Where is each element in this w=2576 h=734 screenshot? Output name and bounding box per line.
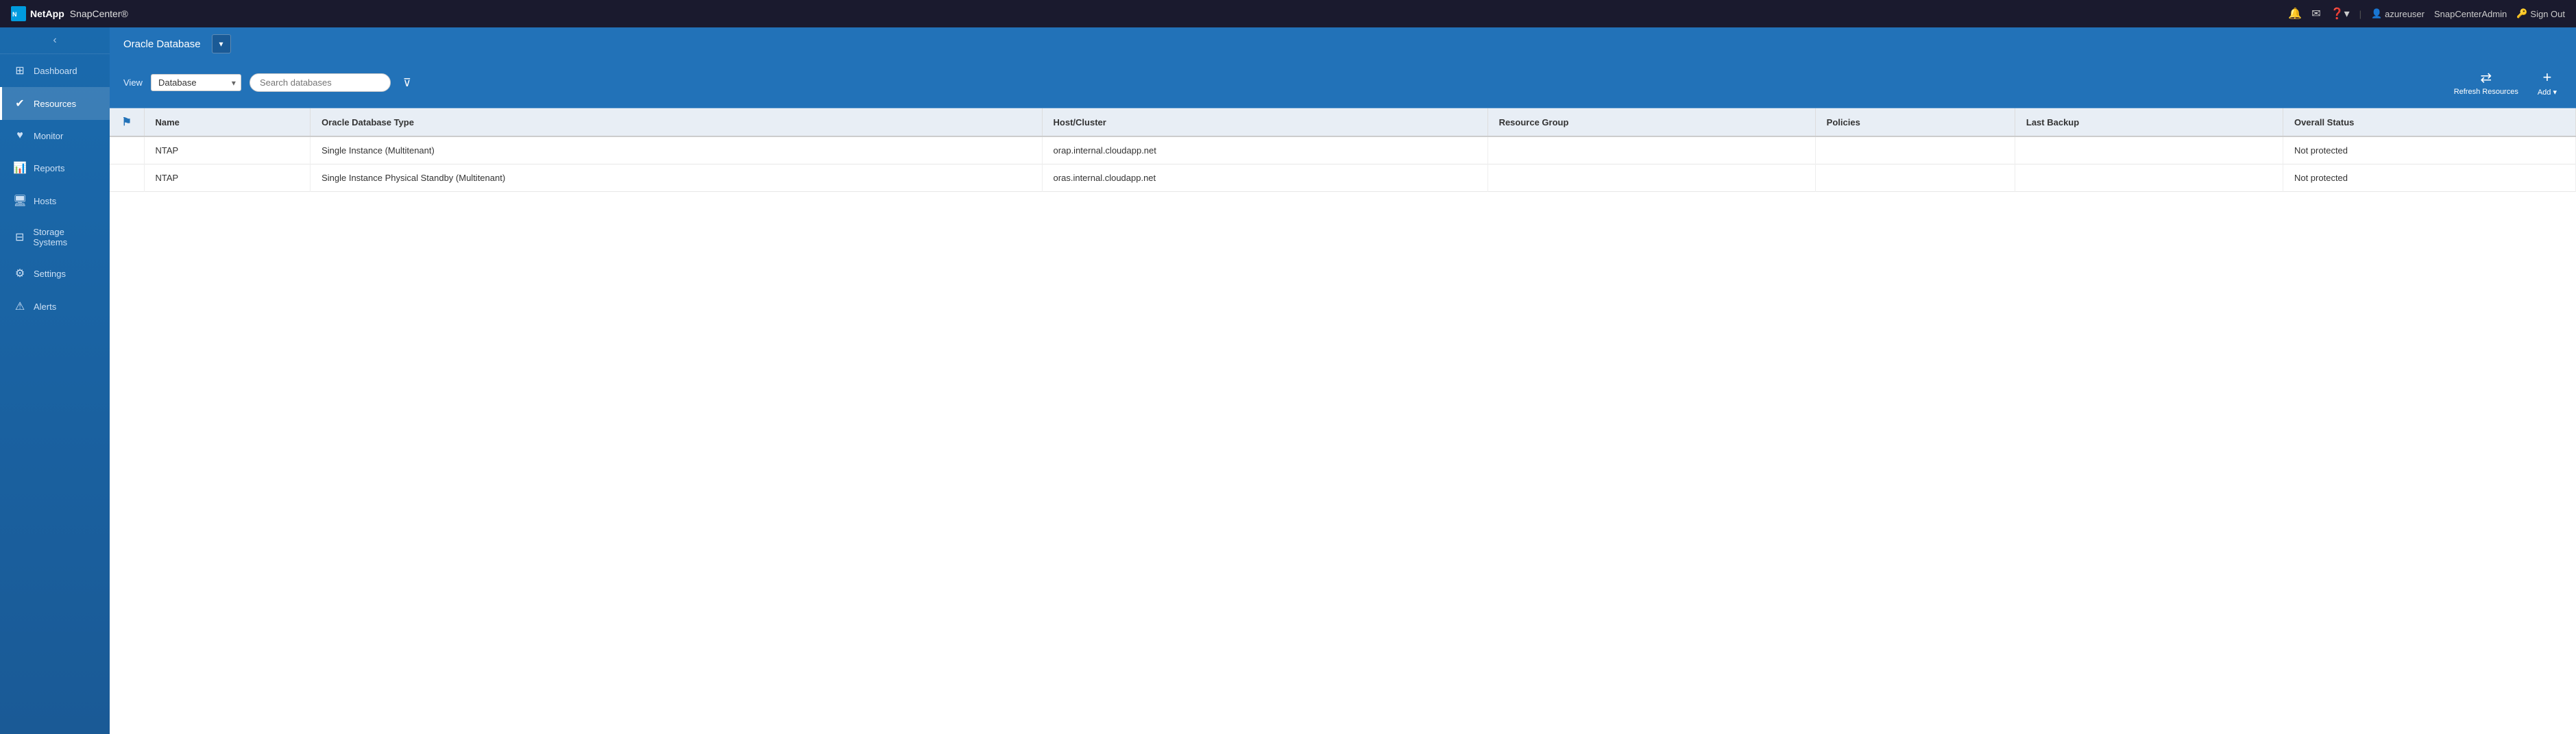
reports-icon: 📊 (13, 161, 27, 175)
col-flag: ⚑ (110, 108, 144, 136)
row-policies-cell (1815, 136, 2015, 164)
view-select-wrapper: Database Resource Group (151, 74, 241, 91)
sidebar-item-label: Alerts (34, 302, 56, 312)
netapp-brand: N NetApp (11, 6, 64, 21)
nav-divider: | (2359, 9, 2361, 19)
sidebar-item-dashboard[interactable]: ⊞ Dashboard (0, 54, 110, 87)
hosts-icon: 🖥 (13, 194, 27, 208)
sign-out-button[interactable]: 🔑 Sign Out (2516, 8, 2565, 19)
sidebar-item-monitor[interactable]: ♥ Monitor (0, 120, 110, 151)
svg-text:N: N (12, 11, 17, 18)
row-last-backup-cell (2015, 164, 2283, 192)
refresh-resources-button[interactable]: ⇄ Refresh Resources (2449, 66, 2524, 99)
sidebar-item-alerts[interactable]: ⚠ Alerts (0, 290, 110, 323)
user-icon: 👤 (2371, 8, 2382, 19)
sidebar-item-label: Dashboard (34, 66, 77, 76)
add-button[interactable]: + Add ▾ (2532, 66, 2562, 99)
sidebar-item-label: Hosts (34, 196, 56, 206)
table-row[interactable]: NTAP Single Instance (Multitenant) orap.… (110, 136, 2576, 164)
sidebar: ‹ ⊞ Dashboard ✔ Resources ♥ Monitor 📊 Re… (0, 27, 110, 734)
row-type-cell: Single Instance (Multitenant) (311, 136, 1042, 164)
row-name-cell: NTAP (144, 136, 311, 164)
search-input[interactable] (250, 73, 391, 92)
toolbar-row2: View Database Resource Group ⊽ ⇄ Refresh… (110, 60, 2576, 108)
notification-icon[interactable]: 🔔 (2288, 7, 2302, 21)
filter-icon: ⊽ (403, 77, 411, 89)
col-type: Oracle Database Type (311, 108, 1042, 136)
row-last-backup-cell (2015, 136, 2283, 164)
resources-table: ⚑ Name Oracle Database Type Host/Cluster… (110, 108, 2576, 192)
sidebar-item-hosts[interactable]: 🖥 Hosts (0, 184, 110, 217)
dashboard-icon: ⊞ (13, 64, 27, 77)
table-row[interactable]: NTAP Single Instance Physical Standby (M… (110, 164, 2576, 192)
col-name: Name (144, 108, 311, 136)
sidebar-item-resources[interactable]: ✔ Resources (0, 87, 110, 120)
row-policies-cell (1815, 164, 2015, 192)
add-icon: + (2542, 69, 2551, 86)
toolbar-row1: Oracle Database ▾ (110, 27, 2576, 60)
row-resource-group-cell (1487, 136, 1815, 164)
main-layout: ‹ ⊞ Dashboard ✔ Resources ♥ Monitor 📊 Re… (0, 27, 2576, 734)
sidebar-item-label: Storage Systems (33, 227, 99, 247)
add-label: Add ▾ (2538, 88, 2557, 97)
flag-header-icon: ⚑ (122, 117, 132, 128)
sidebar-item-label: Reports (34, 163, 65, 173)
top-navigation: N NetApp SnapCenter® 🔔 ✉ ❓▾ | 👤 azureuse… (0, 0, 2576, 27)
sidebar-item-reports[interactable]: 📊 Reports (0, 151, 110, 184)
nav-actions: 🔔 ✉ ❓▾ | 👤 azureuser SnapCenterAdmin 🔑 S… (2288, 7, 2565, 21)
resources-table-container: ⚑ Name Oracle Database Type Host/Cluster… (110, 108, 2576, 734)
col-last-backup: Last Backup (2015, 108, 2283, 136)
admin-name-label: SnapCenterAdmin (2434, 9, 2507, 19)
page-title: Oracle Database (123, 38, 201, 50)
help-icon[interactable]: ❓▾ (2331, 7, 2350, 21)
table-header: ⚑ Name Oracle Database Type Host/Cluster… (110, 108, 2576, 136)
row-resource-group-cell (1487, 164, 1815, 192)
view-select[interactable]: Database Resource Group (151, 74, 241, 91)
app-logo: N NetApp SnapCenter® (11, 6, 128, 21)
user-menu[interactable]: 👤 azureuser (2371, 8, 2425, 19)
row-host-cell: oras.internal.cloudapp.net (1042, 164, 1487, 192)
refresh-icon: ⇄ (2480, 69, 2492, 86)
resources-icon: ✔ (13, 97, 27, 110)
sidebar-item-label: Monitor (34, 131, 63, 141)
row-type-cell: Single Instance Physical Standby (Multit… (311, 164, 1042, 192)
alerts-icon: ⚠ (13, 299, 27, 313)
refresh-label: Refresh Resources (2454, 88, 2518, 96)
row-status-cell: Not protected (2283, 164, 2575, 192)
settings-icon: ⚙ (13, 267, 27, 280)
title-dropdown-button[interactable]: ▾ (212, 34, 231, 53)
sidebar-item-settings[interactable]: ⚙ Settings (0, 257, 110, 290)
row-status-cell: Not protected (2283, 136, 2575, 164)
mail-icon[interactable]: ✉ (2311, 7, 2320, 21)
monitor-icon: ♥ (13, 130, 27, 142)
sidebar-item-label: Resources (34, 99, 76, 109)
sidebar-collapse-button[interactable]: ‹ (0, 27, 110, 54)
signout-icon: 🔑 (2516, 8, 2527, 19)
content-area: Oracle Database ▾ View Database Resource… (110, 27, 2576, 734)
storage-icon: ⊟ (13, 230, 26, 244)
sidebar-item-storage[interactable]: ⊟ Storage Systems (0, 217, 110, 257)
app-title: SnapCenter® (70, 8, 128, 19)
col-host: Host/Cluster (1042, 108, 1487, 136)
col-status: Overall Status (2283, 108, 2575, 136)
row-name-cell: NTAP (144, 164, 311, 192)
signout-label: Sign Out (2530, 9, 2565, 19)
col-policies: Policies (1815, 108, 2015, 136)
netapp-text: NetApp (30, 8, 64, 19)
table-body: NTAP Single Instance (Multitenant) orap.… (110, 136, 2576, 192)
dropdown-icon: ▾ (219, 39, 223, 49)
collapse-icon: ‹ (53, 34, 56, 47)
netapp-logo-icon: N (11, 6, 26, 21)
row-flag-cell (110, 136, 144, 164)
row-host-cell: orap.internal.cloudapp.net (1042, 136, 1487, 164)
sidebar-item-label: Settings (34, 269, 66, 279)
filter-button[interactable]: ⊽ (399, 73, 415, 93)
col-resource-group: Resource Group (1487, 108, 1815, 136)
username-label: azureuser (2385, 9, 2425, 19)
row-flag-cell (110, 164, 144, 192)
view-label: View (123, 77, 143, 88)
